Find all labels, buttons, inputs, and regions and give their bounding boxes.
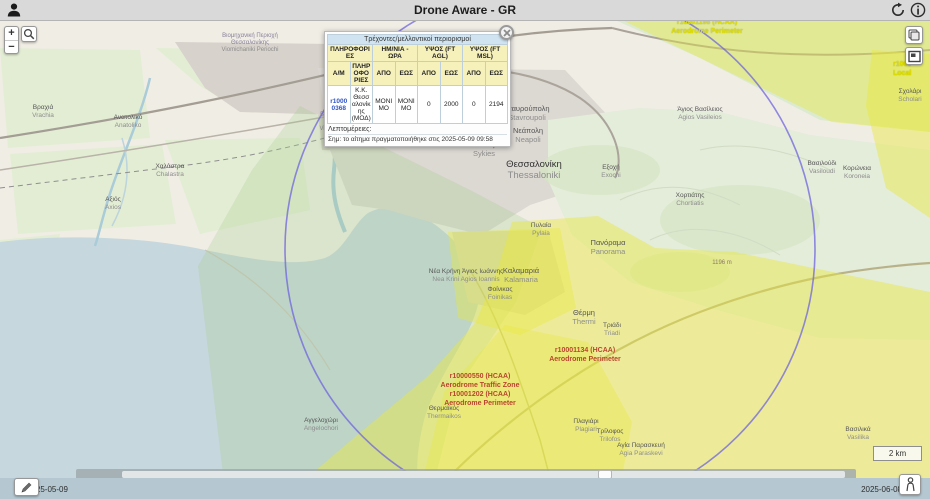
scale-bar: 2 km bbox=[873, 446, 922, 461]
col-date-to: ΕΩΣ bbox=[395, 62, 418, 86]
col-msl-from: ΑΠΟ bbox=[463, 62, 486, 86]
zoom-in-button[interactable]: + bbox=[5, 27, 18, 40]
refresh-icon[interactable] bbox=[890, 2, 906, 18]
edit-button[interactable] bbox=[14, 478, 39, 496]
col-date-from: ΑΠΟ bbox=[373, 62, 396, 86]
magnifier-button[interactable] bbox=[21, 26, 37, 42]
app-title: Drone Aware - GR bbox=[0, 0, 930, 20]
col-am: Α/Μ bbox=[328, 62, 351, 86]
timeline-end-date: 2025-06-08 bbox=[861, 485, 902, 494]
magnifier-icon bbox=[23, 28, 35, 40]
zoom-control: + − bbox=[4, 26, 19, 54]
overview-map-button[interactable] bbox=[905, 47, 923, 65]
street-view-person-icon bbox=[904, 477, 917, 492]
restriction-agl-to: 2000 bbox=[440, 86, 463, 124]
col-agl-to: ΕΩΣ bbox=[440, 62, 463, 86]
restriction-msl-from: 0 bbox=[463, 86, 486, 124]
col-info: ΠΛΗΡΟΦΟΡΙΕΣ bbox=[350, 62, 373, 86]
restriction-agl-from: 0 bbox=[418, 86, 441, 124]
col-group-msl: ΥΨΟΣ (FT MSL) bbox=[463, 45, 508, 62]
details-label: Λεπτομέρειες: bbox=[328, 126, 507, 133]
restrictions-popup: Τρέχοντες/μελλοντικοί περιορισμοί ΠΛΗΡΟΦ… bbox=[324, 31, 511, 147]
restriction-date-from: ΜΟΝΙΜΟ bbox=[373, 86, 396, 124]
zoom-out-button[interactable]: − bbox=[5, 41, 18, 54]
overview-map-icon bbox=[908, 50, 921, 63]
col-msl-to: ΕΩΣ bbox=[485, 62, 508, 86]
timeline-range bbox=[122, 471, 845, 478]
restriction-date-to: ΜΟΝΙΜΟ bbox=[395, 86, 418, 124]
locate-person-button[interactable] bbox=[899, 474, 921, 495]
info-icon[interactable] bbox=[910, 2, 926, 18]
restrictions-table: Τρέχοντες/μελλοντικοί περιορισμοί ΠΛΗΡΟΦ… bbox=[327, 34, 508, 124]
close-icon[interactable] bbox=[499, 25, 514, 40]
col-agl-from: ΑΠΟ bbox=[418, 62, 441, 86]
layers-icon bbox=[908, 29, 921, 42]
restriction-id-link[interactable]: r10000368 bbox=[328, 86, 351, 124]
layers-button[interactable] bbox=[905, 26, 923, 44]
popup-note: Σημ: το αίτημα πραγματοποιήθηκε στις 202… bbox=[328, 134, 507, 143]
restriction-row: r10000368 Κ.Κ. Θεσσαλονίκης (ΜΟΔ) ΜΟΝΙΜΟ… bbox=[328, 86, 508, 124]
col-group-agl: ΥΨΟΣ (FT AGL) bbox=[418, 45, 463, 62]
pencil-icon bbox=[20, 481, 33, 494]
popup-title: Τρέχοντες/μελλοντικοί περιορισμοί bbox=[328, 35, 508, 45]
bottom-bar bbox=[0, 478, 930, 499]
col-group-datetime: ΗΜ/ΝΙΑ - ΩΡΑ bbox=[373, 45, 418, 62]
restriction-info: Κ.Κ. Θεσσαλονίκης (ΜΟΔ) bbox=[350, 86, 373, 124]
titlebar: Drone Aware - GR bbox=[0, 0, 930, 21]
col-group-info: ΠΛΗΡΟΦΟΡΙΕΣ bbox=[328, 45, 373, 62]
restriction-msl-to: 2194 bbox=[485, 86, 508, 124]
